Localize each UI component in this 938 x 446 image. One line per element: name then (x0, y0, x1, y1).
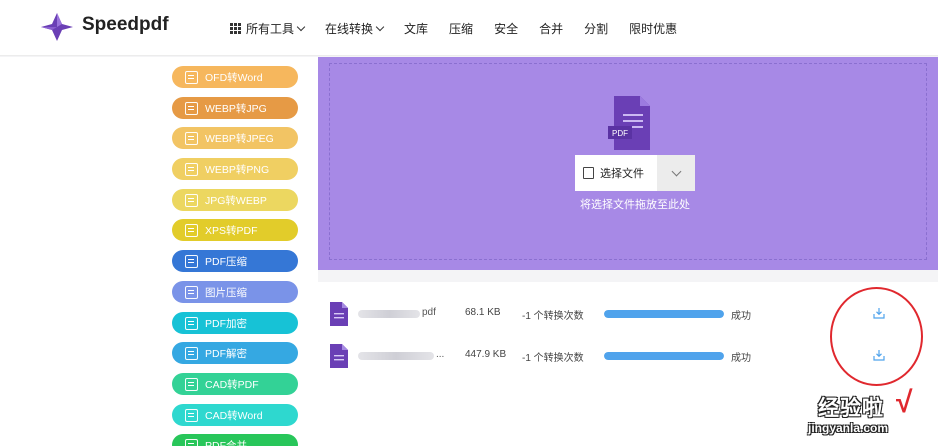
chevron-down-icon (296, 22, 306, 31)
nav-all-tools[interactable]: 所有工具 (230, 20, 306, 37)
conversion-count: -1 个转换次数 (522, 353, 584, 364)
sidebar-item-webp-to-jpeg[interactable]: WEBP转JPEG (172, 127, 298, 149)
sidebar-item-pdf-decrypt[interactable]: PDF解密 (172, 342, 298, 364)
conversion-count: -1 个转换次数 (522, 311, 584, 322)
document-icon (583, 167, 594, 179)
image-convert-icon (185, 162, 198, 176)
sidebar-item-webp-to-jpg[interactable]: WEBP转JPG (172, 97, 298, 119)
sidebar-item-label: WEBP转JPEG (205, 132, 274, 145)
progress-fill (604, 352, 724, 360)
nav-compress[interactable]: 压缩 (449, 20, 473, 37)
chevron-down-icon (375, 22, 385, 31)
sidebar-item-label: XPS转PDF (205, 224, 258, 237)
sidebar-item-label: OFD转Word (205, 71, 263, 84)
sidebar-item-pdf-compress[interactable]: PDF压缩 (172, 250, 298, 272)
sidebar-item-label: CAD转Word (205, 409, 263, 422)
nav-all-tools-label: 所有工具 (246, 21, 295, 36)
progress-bar (604, 310, 724, 318)
select-file-label: 选择文件 (600, 168, 644, 180)
sidebar-item-label: WEBP转JPG (205, 102, 267, 115)
select-file-main[interactable]: 选择文件 (575, 155, 657, 191)
watermark-check: √ (896, 386, 913, 419)
image-convert-icon (185, 101, 198, 115)
brand-name[interactable]: Speedpdf (82, 14, 169, 36)
nav-online-convert-label: 在线转换 (325, 21, 374, 36)
select-source-dropdown[interactable] (657, 155, 695, 191)
drop-hint-text: 将选择文件拖放至此处 (580, 199, 690, 211)
file-size: 68.1 KB (465, 307, 501, 318)
file-name: ... (436, 349, 445, 360)
file-convert-icon (185, 377, 198, 391)
progress-bar (604, 352, 724, 360)
sidebar-item-xps-to-pdf[interactable]: XPS转PDF (172, 219, 298, 241)
sidebar-item-label: WEBP转PNG (205, 163, 270, 176)
pdf-file-icon: PDF (608, 96, 650, 150)
pdf-file-icon (330, 344, 348, 368)
sidebar-item-label: 图片压缩 (205, 286, 247, 299)
select-file-button[interactable]: 选择文件 (575, 155, 695, 191)
main-nav: 所有工具 在线转换 文库 压缩 安全 合并 分割 限时优惠 (230, 0, 698, 56)
pdf-badge-text: PDF (612, 129, 628, 138)
sidebar-item-label: PDF合并 (205, 439, 247, 446)
image-compress-icon (185, 285, 198, 299)
sidebar-item-image-compress[interactable]: 图片压缩 (172, 281, 298, 303)
watermark-text: 经验啦 (818, 397, 884, 420)
image-convert-icon (185, 131, 198, 145)
sidebar-item-ofd-to-word[interactable]: OFD转Word (172, 66, 298, 88)
nav-wenku[interactable]: 文库 (404, 20, 428, 37)
file-name: pdf (422, 307, 436, 318)
file-name-redacted (358, 310, 420, 318)
watermark-url: jingyanla.com (808, 421, 889, 435)
sidebar-item-jpg-to-webp[interactable]: JPG转WEBP (172, 189, 298, 211)
file-size: 447.9 KB (465, 349, 507, 360)
lock-icon (185, 316, 198, 330)
unlock-icon (185, 346, 198, 360)
top-header: Speedpdf 所有工具 在线转换 文库 压缩 安全 合并 分割 限时优惠 (0, 0, 938, 56)
annotation-circle (830, 287, 923, 386)
sidebar-item-cad-to-pdf[interactable]: CAD转PDF (172, 373, 298, 395)
nav-split[interactable]: 分割 (584, 20, 608, 37)
nav-merge[interactable]: 合并 (539, 20, 563, 37)
sidebar-item-label: JPG转WEBP (205, 194, 267, 207)
sidebar-item-pdf-encrypt[interactable]: PDF加密 (172, 312, 298, 334)
progress-fill (604, 310, 724, 318)
sidebar-item-label: CAD转PDF (205, 378, 259, 391)
file-convert-icon (185, 223, 198, 237)
compress-icon (185, 254, 198, 268)
pdf-file-icon (330, 302, 348, 326)
status-text: 成功 (731, 353, 751, 364)
sidebar-item-cad-to-word[interactable]: CAD转Word (172, 404, 298, 426)
sidebar-item-label: PDF加密 (205, 317, 247, 330)
sidebar-item-label: PDF解密 (205, 347, 247, 360)
merge-icon (185, 438, 198, 446)
nav-promo[interactable]: 限时优惠 (629, 20, 677, 37)
file-convert-icon (185, 408, 198, 422)
status-text: 成功 (731, 311, 751, 322)
chevron-down-icon (671, 166, 681, 176)
nav-security[interactable]: 安全 (494, 20, 518, 37)
sidebar-item-pdf-merge[interactable]: PDF合并 (172, 434, 298, 446)
sidebar-item-webp-to-png[interactable]: WEBP转PNG (172, 158, 298, 180)
speedpdf-logo-icon[interactable] (40, 11, 74, 43)
watermark: 经验啦 √ jingyanla.com (808, 386, 933, 442)
sidebar-item-label: PDF压缩 (205, 255, 247, 268)
grid-icon (230, 22, 241, 34)
file-name-redacted (358, 352, 434, 360)
nav-online-convert[interactable]: 在线转换 (325, 20, 385, 37)
file-convert-icon (185, 70, 198, 84)
image-convert-icon (185, 193, 198, 207)
